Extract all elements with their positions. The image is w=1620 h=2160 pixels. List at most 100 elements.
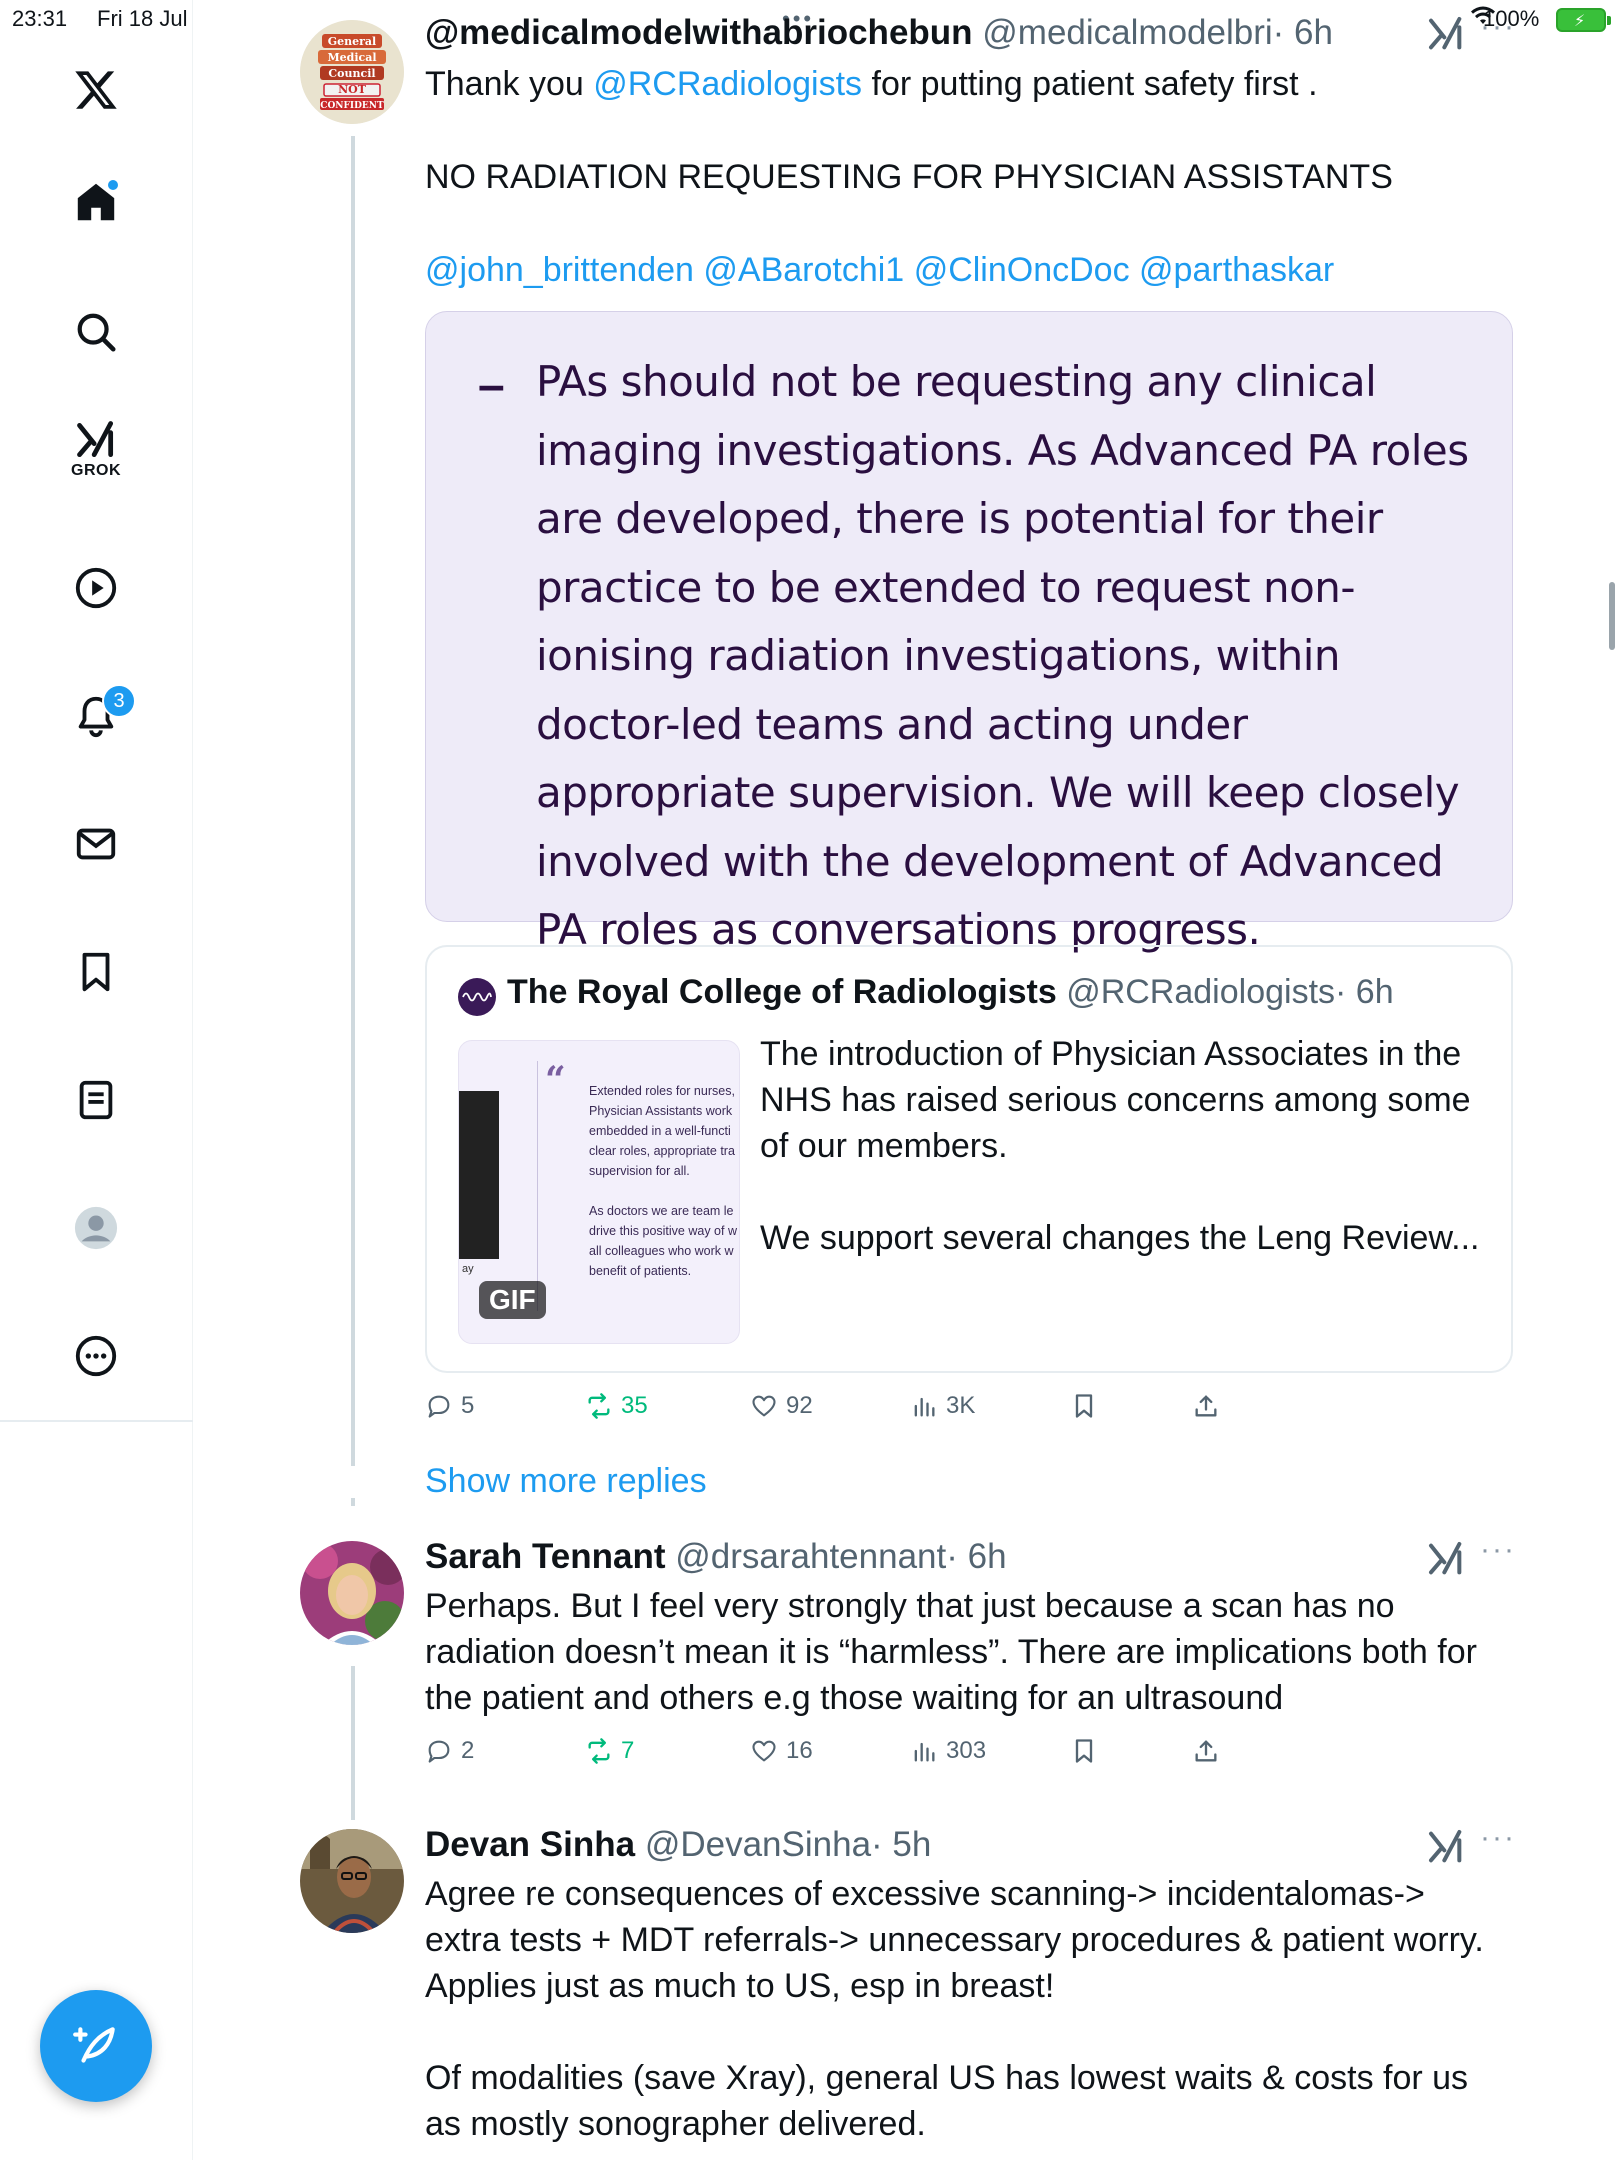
reply-count: 2	[461, 1737, 475, 1764]
search-icon[interactable]	[66, 302, 126, 362]
author-handle[interactable]: @drsarahtennant	[675, 1537, 946, 1576]
avatar-text: Medical	[327, 51, 377, 64]
tweet-mentions: @john_brittenden @ABarotchi1 @ClinOncDoc…	[425, 247, 1334, 293]
scrollbar-thumb[interactable]	[1609, 582, 1615, 650]
reply-button[interactable]: 2	[425, 1737, 474, 1765]
tweet-image[interactable]: – PAs should not be requesting any clini…	[425, 311, 1513, 954]
thread-line	[351, 136, 355, 1466]
bookmark-icon[interactable]	[66, 942, 126, 1002]
grok-icon[interactable]: GROK	[66, 418, 126, 479]
home-unread-dot	[108, 180, 118, 190]
avatar-text: Council	[328, 67, 376, 80]
repost-button[interactable]: 7	[585, 1737, 634, 1765]
profile-avatar-icon[interactable]	[66, 1198, 126, 1258]
author-handle[interactable]: @medicalmodelbri	[982, 13, 1272, 52]
mention-link[interactable]: @parthaskar	[1139, 251, 1334, 289]
author-name[interactable]: @medicalmodelwithabriochebun	[425, 13, 973, 52]
mention-link[interactable]: @john_brittenden	[425, 251, 694, 289]
tweet-header: @medicalmodelwithabriochebun @medicalmod…	[425, 13, 1333, 53]
thumb-line: all colleagues who work w	[589, 1244, 734, 1258]
thumb-caption: ay	[462, 1263, 474, 1275]
quoted-author-name[interactable]: The Royal College of Radiologists	[507, 973, 1057, 1011]
more-menu-icon[interactable]: ···	[1480, 10, 1516, 44]
author-name[interactable]: Sarah Tennant	[425, 1537, 666, 1576]
views-chart-icon	[914, 1397, 935, 1417]
reply-button[interactable]: 5	[425, 1392, 474, 1420]
tweet-text: Agree re consequences of excessive scann…	[425, 1871, 1505, 2147]
grok-explain-icon[interactable]	[1426, 1827, 1466, 1867]
quoted-avatar	[458, 978, 496, 1016]
heart-icon	[752, 1395, 776, 1417]
thumb-line: As doctors we are team le	[589, 1204, 734, 1218]
author-name[interactable]: Devan Sinha	[425, 1825, 635, 1864]
repost-button[interactable]: 35	[585, 1392, 648, 1420]
avatar-text: General	[327, 35, 377, 48]
share-icon	[1195, 1395, 1217, 1417]
reply-icon	[428, 1395, 450, 1418]
compose-post-button[interactable]	[40, 1990, 152, 2102]
tweet-header: Devan Sinha @DevanSinha· 5h	[425, 1825, 931, 1865]
tweet-text-p1: Agree re consequences of excessive scann…	[425, 1875, 1484, 2005]
quoted-tweet-card[interactable]: The Royal College of Radiologists @RCRad…	[425, 945, 1513, 1373]
lists-icon[interactable]	[66, 1070, 126, 1130]
home-icon[interactable]	[66, 172, 126, 232]
grok-explain-icon[interactable]	[1426, 1539, 1466, 1579]
mention-link[interactable]: @ClinOncDoc	[914, 251, 1130, 289]
quoted-text: The introduction of Physician Associates…	[760, 1031, 1490, 1261]
tweet-time[interactable]: · 6h	[1273, 13, 1333, 52]
heart-icon	[752, 1740, 776, 1762]
tweet-header: Sarah Tennant @drsarahtennant· 6h	[425, 1537, 1007, 1577]
tweet-time[interactable]: · 6h	[946, 1537, 1006, 1576]
views-button[interactable]: 3K	[910, 1392, 975, 1420]
more-menu-icon[interactable]: ···	[1480, 1533, 1516, 1567]
quoted-text-p2: We support several changes the Leng Revi…	[760, 1219, 1480, 1257]
avatar-text: CONFIDENT	[320, 101, 384, 111]
tweet-time[interactable]: · 5h	[871, 1825, 931, 1864]
views-count: 303	[946, 1737, 987, 1764]
repost-icon	[588, 1393, 610, 1419]
like-button[interactable]: 92	[750, 1392, 813, 1420]
compose-feather-icon	[73, 2027, 115, 2063]
like-count: 16	[786, 1737, 813, 1764]
thumb-line: benefit of patients.	[589, 1264, 692, 1278]
views-button[interactable]: 303	[910, 1737, 986, 1765]
views-count: 3K	[946, 1392, 976, 1419]
avatar-text: NOT	[338, 83, 366, 96]
bookmark-button[interactable]	[1070, 1737, 1098, 1765]
tweet-actions: 5 35 92 3K	[425, 1392, 1525, 1432]
thumb-line: supervision for all.	[589, 1164, 690, 1178]
tweet-text-part: Thank you	[425, 65, 594, 103]
mention-link[interactable]: @RCRadiologists	[593, 65, 862, 103]
more-menu-icon[interactable]: ···	[1480, 1821, 1516, 1855]
more-options-icon[interactable]	[66, 1326, 126, 1386]
reply-count: 5	[461, 1392, 475, 1419]
x-logo-icon[interactable]	[66, 60, 126, 120]
grok-explain-icon[interactable]	[1426, 14, 1466, 54]
thumb-text: Extended roles for nurses, Physician Ass…	[589, 1081, 739, 1281]
quote-mark-icon: “	[545, 1059, 566, 1101]
tweet-text-part: for putting patient safety first .	[862, 65, 1318, 103]
tweet-text: Thank you @RCRadiologists for putting pa…	[425, 61, 1545, 107]
share-button[interactable]	[1192, 1737, 1220, 1765]
bookmark-button[interactable]	[1070, 1392, 1098, 1420]
gif-badge: GIF	[479, 1281, 546, 1319]
rcr-logo-icon	[462, 992, 492, 1002]
author-handle[interactable]: @DevanSinha	[645, 1825, 871, 1864]
tweet-actions: 2 7 16 303	[425, 1737, 1525, 1777]
avatar[interactable]: General Medical Council NOT CONFIDENT	[300, 20, 404, 124]
thumb-line: drive this positive way of w	[589, 1224, 737, 1238]
like-button[interactable]: 16	[750, 1737, 813, 1765]
thumb-line: Extended roles for nurses,	[589, 1084, 735, 1098]
quoted-gif-thumbnail[interactable]: “ Extended roles for nurses, Physician A…	[458, 1040, 740, 1344]
quoted-author-handle[interactable]: @RCRadiologists	[1066, 973, 1335, 1011]
battery-icon: ⚡	[1556, 8, 1611, 32]
views-chart-icon	[914, 1742, 935, 1762]
share-button[interactable]	[1192, 1392, 1220, 1420]
messages-envelope-icon[interactable]	[66, 814, 126, 874]
avatar[interactable]	[300, 1829, 404, 1933]
video-play-icon[interactable]	[66, 558, 126, 618]
avatar[interactable]	[300, 1541, 404, 1645]
notifications-bell-icon[interactable]: 3	[66, 684, 136, 746]
show-more-replies-link[interactable]: Show more replies	[425, 1462, 707, 1501]
mention-link[interactable]: @ABarotchi1	[703, 251, 904, 289]
